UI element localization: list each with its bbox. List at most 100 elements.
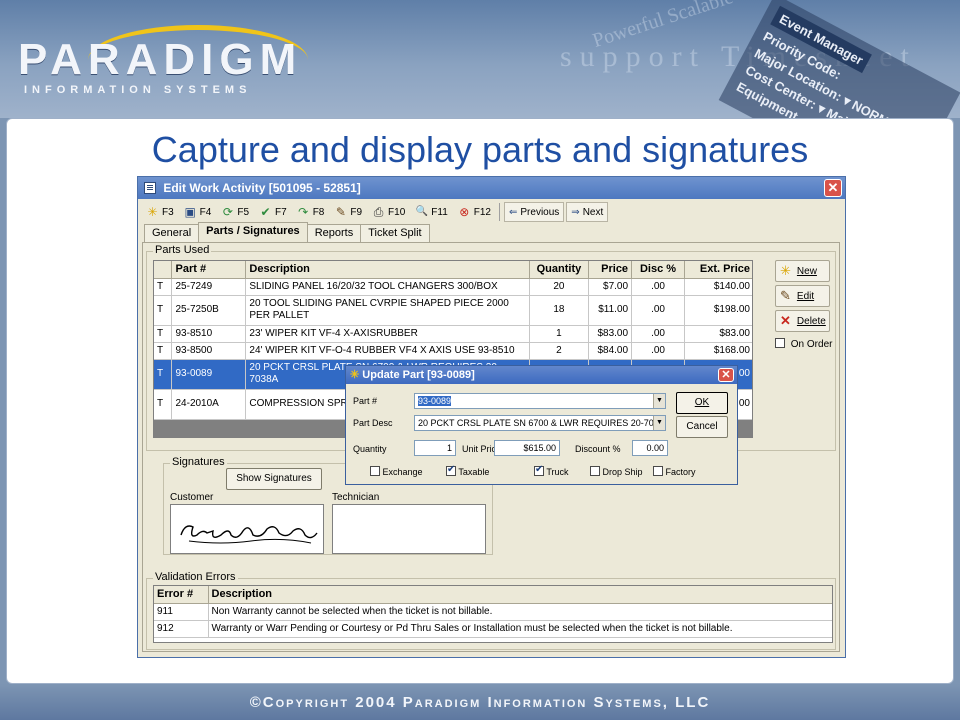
cell-disc: .00	[631, 295, 685, 326]
toolbar-f5-button[interactable]: ⟳ F5	[217, 202, 253, 222]
toolbar-f7-button[interactable]: ✔ F7	[255, 202, 291, 222]
slide-header: Powerful Scalable support Timesheet Even…	[0, 0, 960, 118]
error-row[interactable]: 911 Non Warranty cannot be selected when…	[154, 603, 832, 621]
quantity-input[interactable]: 1	[414, 440, 456, 456]
edit-part-button[interactable]: ✎ Edit	[775, 285, 830, 307]
cell-desc: 20 TOOL SLIDING PANEL CVRPIE SHAPED PIEC…	[245, 295, 530, 326]
cell-part: 25-7250B	[171, 295, 247, 326]
delete-part-button[interactable]: ✕ Delete	[775, 310, 830, 332]
cell-part: 93-0089	[171, 359, 247, 390]
form-icon	[144, 182, 156, 194]
toolbar: ✳ F3 ▣ F4 ⟳ F5 ✔ F7 ↷ F8 ✎ F9 ⎙ F10 🔍 F11 ⊗ F12 ⇐…	[142, 202, 609, 222]
next-button[interactable]: ⇒ Next	[566, 202, 609, 222]
validation-errors-label: Validation Errors	[153, 571, 238, 583]
print-icon: ⎙	[373, 205, 384, 219]
ok-button[interactable]: OK	[676, 392, 728, 414]
parts-row[interactable]: T 25-7249 SLIDING PANEL 16/20/32 TOOL CH…	[154, 278, 752, 296]
window-close-button[interactable]: ✕	[824, 179, 842, 197]
parts-row[interactable]: T 93-8510 23' WIPER KIT VF-4 X-AXISRUBBE…	[154, 325, 752, 343]
cell-qty: 20	[529, 278, 589, 296]
toolbar-f4-button[interactable]: ▣ F4	[180, 202, 216, 222]
parts-header-row: Part # Description Quantity Price Disc %…	[154, 261, 752, 279]
cancel-button[interactable]: Cancel	[676, 416, 728, 438]
cell-error-description: Non Warranty cannot be selected when the…	[208, 603, 832, 621]
dialog-titlebar[interactable]: ✳ Update Part [93-0089] ✕	[346, 366, 737, 384]
col-type[interactable]	[154, 261, 173, 279]
slide-footer: ©Copyright 2004 Paradigm Information Sys…	[0, 684, 960, 720]
copyright-text: ©Copyright 2004 Paradigm Information Sys…	[249, 694, 711, 711]
cell-price: $84.00	[588, 342, 633, 360]
errors-grid: Error # Description 911 Non Warranty can…	[153, 585, 833, 643]
on-order-check[interactable]	[775, 338, 785, 348]
cell-error-number: 912	[154, 620, 209, 638]
previous-button[interactable]: ⇐ Previous	[504, 202, 565, 222]
toolbar-f8-button[interactable]: ↷ F8	[293, 202, 329, 222]
new-part-button[interactable]: ✳ New	[775, 260, 830, 282]
col-disc[interactable]: Disc %	[631, 261, 685, 279]
toolbar-f12-button[interactable]: ⊗ F12	[454, 202, 495, 222]
cell-price: $7.00	[588, 278, 633, 296]
on-order-checkbox[interactable]: On Order	[775, 338, 832, 350]
event-manager-graphic: Event Manager Priority Code: Major Locat…	[718, 0, 960, 118]
logo-subtitle: INFORMATION SYSTEMS	[24, 84, 252, 96]
col-quantity[interactable]: Quantity	[529, 261, 589, 279]
parts-row[interactable]: T 25-7250B 20 TOOL SLIDING PANEL CVRPIE …	[154, 295, 752, 326]
toolbar-separator	[499, 203, 500, 221]
customer-label: Customer	[170, 492, 214, 503]
cell-type: T	[154, 295, 173, 326]
taxable-checkbox[interactable]: Taxable	[446, 464, 489, 477]
error-row[interactable]: 912 Warranty or Warr Pending or Courtesy…	[154, 620, 832, 638]
chevron-down-icon[interactable]: ▼	[653, 394, 665, 408]
col-ext-price[interactable]: Ext. Price	[684, 261, 752, 279]
tab-reports[interactable]: Reports	[306, 224, 362, 242]
errors-header-row: Error # Description	[154, 586, 832, 604]
col-error-number[interactable]: Error #	[154, 586, 209, 604]
discount-label: Discount %	[575, 444, 621, 454]
cell-qty: 2	[529, 342, 589, 360]
technician-label: Technician	[332, 492, 380, 503]
part-number-select[interactable]: 93-0089 ▼	[414, 393, 666, 409]
discount-input[interactable]: 0.00	[632, 440, 668, 456]
tab-ticket-split[interactable]: Ticket Split	[360, 224, 430, 242]
cell-type: T	[154, 389, 173, 420]
new-icon: ✳	[147, 205, 158, 219]
tab-parts-signatures[interactable]: Parts / Signatures	[198, 222, 308, 242]
toolbar-f3-button[interactable]: ✳ F3	[142, 202, 178, 222]
show-signatures-button[interactable]: Show Signatures	[226, 468, 322, 490]
tab-general[interactable]: General	[144, 224, 200, 242]
parts-row[interactable]: T 93-8500 24' WIPER KIT VF-O-4 RUBBER VF…	[154, 342, 752, 360]
cell-disc: .00	[631, 278, 685, 296]
part-number-label: Part #	[353, 396, 378, 406]
col-part-number[interactable]: Part #	[171, 261, 247, 279]
delete-icon: ✕	[780, 313, 791, 328]
signatures-label: Signatures	[170, 456, 227, 468]
cell-type: T	[154, 325, 173, 343]
cell-error-number: 911	[154, 603, 209, 621]
dialog-close-button[interactable]: ✕	[718, 368, 734, 382]
unit-price-input[interactable]: $615.00	[494, 440, 560, 456]
cell-type: T	[154, 278, 173, 296]
gear-icon: ✳	[350, 369, 360, 381]
refresh-icon: ⟳	[222, 205, 233, 219]
col-error-description[interactable]: Description	[208, 586, 832, 604]
col-description[interactable]: Description	[245, 261, 530, 279]
toolbar-f9-button[interactable]: ✎ F9	[330, 202, 366, 222]
exchange-checkbox[interactable]: Exchange	[370, 466, 423, 477]
cell-type: T	[154, 359, 173, 390]
truck-checkbox[interactable]: Truck	[534, 464, 569, 477]
part-desc-select[interactable]: 20 PCKT CRSL PLATE SN 6700 & LWR REQUIRE…	[414, 415, 666, 431]
cell-part: 93-8500	[171, 342, 247, 360]
window-title: Edit Work Activity [501095 - 52851]	[163, 181, 361, 195]
customer-signature-image	[180, 525, 318, 544]
toolbar-f11-button[interactable]: 🔍 F11	[411, 202, 452, 222]
chevron-down-icon[interactable]: ▼	[653, 416, 665, 430]
factory-checkbox[interactable]: Factory	[653, 466, 696, 477]
customer-signature-box[interactable]	[170, 504, 324, 554]
cell-part: 93-8510	[171, 325, 247, 343]
drop-ship-checkbox[interactable]: Drop Ship	[590, 466, 643, 477]
window-titlebar[interactable]: Edit Work Activity [501095 - 52851] ✕	[138, 177, 845, 199]
technician-signature-box[interactable]	[332, 504, 486, 554]
toolbar-f10-button[interactable]: ⎙ F10	[368, 202, 409, 222]
col-price[interactable]: Price	[588, 261, 633, 279]
cell-error-description: Warranty or Warr Pending or Courtesy or …	[208, 620, 832, 638]
